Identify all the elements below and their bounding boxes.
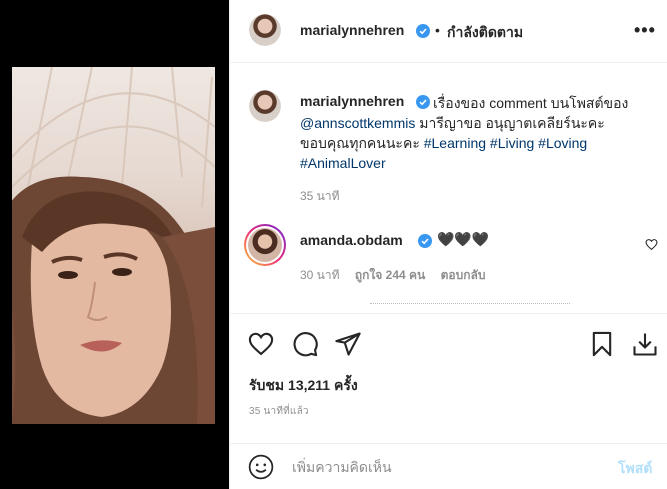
reply-button[interactable]: ตอบกลับ [441, 268, 486, 282]
hashtag-learning[interactable]: #Learning [424, 135, 486, 151]
more-options-icon[interactable]: ••• [634, 20, 656, 41]
caption-avatar[interactable] [249, 90, 281, 122]
comment-input[interactable] [292, 454, 592, 480]
header-separator: • [435, 22, 440, 38]
following-button[interactable]: กำลังติดตาม [447, 22, 523, 44]
post-header: marialynnehren • กำลังติดตาม ••• [230, 0, 667, 63]
share-paper-plane-icon[interactable] [334, 330, 362, 358]
post-comment-button[interactable]: โพสต์ [618, 458, 652, 480]
save-bookmark-icon[interactable] [588, 330, 616, 358]
caption-username[interactable]: marialynnehren [300, 93, 404, 109]
download-arrow-icon[interactable] [631, 330, 659, 358]
like-heart-icon[interactable] [247, 330, 275, 358]
comment-meta: 30 นาที ถูกใจ 244 คน ตอบกลับ [300, 266, 497, 285]
comment-time[interactable]: 30 นาที [300, 268, 340, 282]
post-actions: รับชม 13,211 ครั้ง 35 นาทีที่แล้ว [230, 313, 667, 443]
comment-likes[interactable]: ถูกใจ 244 คน [355, 268, 425, 282]
post-timestamp[interactable]: 35 นาทีที่แล้ว [249, 404, 309, 419]
comment-text: 🖤🖤🖤 [437, 231, 490, 247]
comment-like-heart-icon[interactable] [645, 238, 658, 251]
verified-badge-icon [416, 95, 430, 109]
caption-time[interactable]: 35 นาที [300, 187, 340, 206]
hashtag-loving[interactable]: #Loving [538, 135, 587, 151]
next-comment-cutoff [370, 303, 570, 309]
verified-badge-icon [418, 234, 432, 248]
commenter-avatar-story-ring[interactable] [244, 224, 286, 266]
emoji-smiley-icon[interactable] [248, 454, 274, 480]
caption-body-1: เรื่องของ comment บนโพสต์ของ [433, 95, 629, 111]
add-comment-bar: โพสต์ [230, 443, 667, 489]
commenter-username[interactable]: amanda.obdam [300, 232, 403, 248]
hashtag-animallover[interactable]: #AnimalLover [300, 155, 386, 171]
comments-section: เรื่องของ comment บนโพสต์ของ @annscottke… [230, 63, 667, 313]
post-video[interactable] [12, 67, 215, 424]
post-details-panel: marialynnehren • กำลังติดตาม ••• เรื่องข… [229, 0, 667, 489]
author-avatar[interactable] [249, 14, 281, 46]
comment-bubble-icon[interactable] [291, 330, 319, 358]
post-media-panel [0, 0, 229, 489]
hashtag-living[interactable]: #Living [490, 135, 534, 151]
portrait-illustration [12, 67, 215, 424]
view-count[interactable]: รับชม 13,211 ครั้ง [249, 375, 358, 397]
verified-badge-icon [416, 24, 430, 38]
author-username[interactable]: marialynnehren [300, 22, 404, 38]
caption-mention-link[interactable]: @annscottkemmis [300, 115, 415, 131]
